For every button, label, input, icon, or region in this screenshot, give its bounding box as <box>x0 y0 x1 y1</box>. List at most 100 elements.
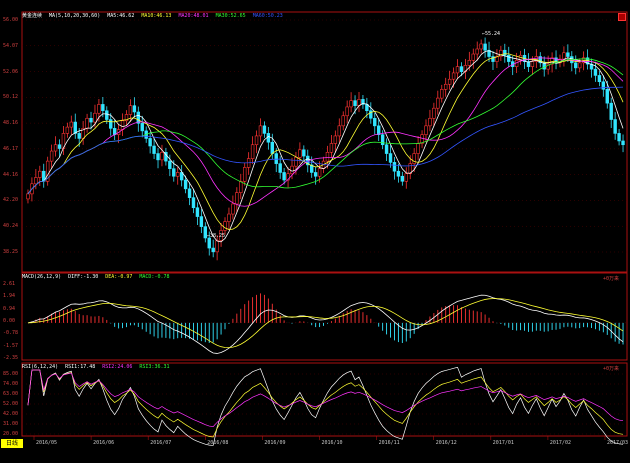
macd-diff-value: DIFF:-1.30 <box>68 274 99 280</box>
main-y-tick: 40.24 <box>3 223 19 230</box>
candle-body <box>97 104 101 114</box>
rsi-y-tick: 20.00 <box>3 431 19 437</box>
candle-body <box>195 207 200 217</box>
candle-body <box>377 125 381 135</box>
candle-body <box>574 62 578 69</box>
macd-dea-value: DEA:-0.97 <box>105 274 133 280</box>
candle-body <box>349 100 353 108</box>
candle-body <box>231 203 235 215</box>
main-y-tick: 56.00 <box>3 17 19 23</box>
candle-body <box>424 125 428 135</box>
macd-y-tick: 0.94 <box>3 305 16 312</box>
main-y-tick: 46.17 <box>3 145 19 152</box>
candle-body <box>132 105 137 113</box>
macd-y-tick: 2.61 <box>3 281 16 287</box>
rsi-panel-header: RSI(6,12,24) RSI1:17.48 RSI2:24.06 RSI3:… <box>22 364 174 371</box>
period-tab-daily[interactable]: 日线 <box>1 439 23 448</box>
chart-canvas[interactable] <box>0 0 630 463</box>
candle-body <box>282 172 286 181</box>
candle-body <box>298 149 302 158</box>
candle-body <box>89 117 93 123</box>
low-price-label: ←38.25 <box>207 233 226 239</box>
rsi-params: RSI(6,12,24) <box>22 364 59 370</box>
main-y-tick: 54.07 <box>3 42 19 49</box>
candle-body <box>254 135 259 146</box>
candle-body <box>270 141 274 154</box>
candle-body <box>109 119 113 129</box>
candle-body <box>428 117 432 127</box>
candle-body <box>605 89 609 104</box>
rsi-y-tick: 52.00 <box>3 401 19 407</box>
candle-body <box>262 125 267 134</box>
instrument-title: 黄金连续 <box>22 13 43 19</box>
candle-body <box>337 125 341 137</box>
candle-body <box>613 119 617 134</box>
candle-body <box>396 170 401 177</box>
candle-body <box>562 52 566 60</box>
candle-body <box>239 180 243 193</box>
ma10-line <box>27 53 624 230</box>
ma5-line <box>27 50 624 243</box>
main-y-tick: 52.06 <box>3 68 19 75</box>
ma30-line <box>27 58 624 195</box>
main-panel-header: 黄金连续 MA(5,10,20,30,60) MA5:46.62 MA10:46… <box>22 13 287 20</box>
candle-body <box>120 120 125 130</box>
candle-body <box>294 157 298 167</box>
x-axis-tick: 2017/01 <box>492 440 514 446</box>
candle-body <box>258 125 263 137</box>
ma30-value: MA30:52.65 <box>215 13 246 19</box>
main-y-tick: 48.16 <box>3 120 19 127</box>
candle-body <box>597 75 602 83</box>
candle-body <box>440 89 444 99</box>
candle-body <box>443 83 448 90</box>
candle-body <box>333 135 338 144</box>
candle-body <box>609 102 613 120</box>
main-y-tick: 42.20 <box>3 197 19 204</box>
candle-body <box>313 172 318 177</box>
candle-body <box>621 140 625 146</box>
candle-body <box>26 193 30 200</box>
candle-body <box>243 167 247 182</box>
x-axis-tick: 2016/12 <box>435 440 457 446</box>
high-price-label: ←55.24 <box>482 31 501 37</box>
kline-chart-window[interactable]: 黄金连续 MA(5,10,20,30,60) MA5:46.62 MA10:46… <box>0 0 630 463</box>
candle-body <box>467 60 472 66</box>
macd-axis-selector[interactable]: +0万来 <box>603 275 619 282</box>
candle-body <box>577 62 582 69</box>
rsi-y-tick: 74.00 <box>3 381 19 387</box>
macd-dea-line <box>27 298 624 349</box>
rsi3-value: RSI3:36.31 <box>139 364 170 370</box>
candle-body <box>317 168 322 177</box>
candle-body <box>353 100 357 106</box>
main-y-tick: 44.16 <box>3 171 19 178</box>
candle-body <box>436 97 440 109</box>
candle-body <box>392 162 397 172</box>
candle-body <box>530 61 535 67</box>
ma-params: MA(5,10,20,30,60) <box>49 13 101 19</box>
candle-body <box>57 144 62 149</box>
macd-y-tick: -2.35 <box>3 355 19 361</box>
candle-body <box>404 173 408 182</box>
ma20-value: MA20:48.01 <box>178 13 209 19</box>
candle-body <box>227 213 231 222</box>
candle-body <box>156 153 160 161</box>
macd-panel-frame <box>21 272 628 361</box>
x-axis-tick: 2017/03 <box>607 440 629 446</box>
x-axis-tick: 2016/11 <box>378 440 400 446</box>
rsi-axis-selector[interactable]: +0万来 <box>603 365 619 372</box>
ma60-value: MA60:50.23 <box>252 13 283 19</box>
candle-body <box>211 247 215 253</box>
x-axis-tick: 2016/08 <box>207 440 229 446</box>
candle-body <box>503 49 507 56</box>
candle-body <box>345 106 349 117</box>
candle-body <box>77 133 81 139</box>
candle-body <box>412 153 416 164</box>
candle-body <box>266 133 271 143</box>
main-close-icon[interactable] <box>618 13 626 21</box>
candle-body <box>172 168 176 177</box>
candle-body <box>53 144 58 152</box>
candle-body <box>290 165 294 175</box>
ma5-value: MA5:46.62 <box>107 13 135 19</box>
candle-body <box>105 110 109 120</box>
candle-body <box>191 197 196 209</box>
